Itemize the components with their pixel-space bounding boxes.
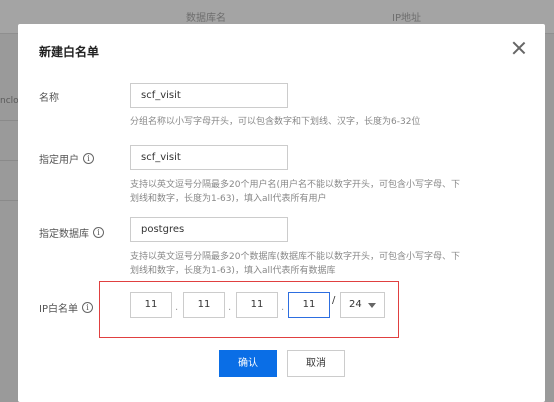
ip-octet-3-input[interactable]: 11: [236, 292, 278, 318]
cancel-button[interactable]: 取消: [287, 350, 345, 377]
ip-mask-separator: /: [332, 295, 336, 306]
background-row-divider: [0, 200, 18, 201]
user-label: 指定用户 i: [39, 151, 94, 166]
name-input[interactable]: scf_visit: [130, 83, 288, 108]
user-input[interactable]: scf_visit: [130, 145, 288, 170]
user-hint: 支持以英文逗号分隔最多20个用户名(用户名不能以数字开头，可包含小写字母、下 划…: [130, 180, 460, 204]
close-icon[interactable]: [511, 40, 527, 56]
create-whitelist-dialog: 新建白名单 名称 scf_visit 分组名称以小写字母开头，可以包含数字和下划…: [18, 24, 545, 402]
ip-whitelist-label: IP白名单 i: [39, 300, 93, 315]
database-hint: 支持以英文逗号分隔最多20个数据库(数据库不能以数字开头，可包含小写字母、下 划…: [130, 252, 460, 276]
database-input[interactable]: postgres: [130, 217, 288, 242]
background-row-fragment: nclo: [0, 96, 19, 106]
ip-separator: .: [175, 302, 179, 313]
ip-separator: .: [228, 302, 232, 313]
background-row-divider: [0, 160, 18, 161]
background-column-ip: IP地址: [392, 13, 421, 24]
confirm-button[interactable]: 确认: [219, 350, 277, 377]
help-circle-icon[interactable]: i: [83, 153, 94, 164]
database-label: 指定数据库 i: [39, 225, 104, 240]
name-label: 名称: [39, 93, 59, 104]
help-circle-icon[interactable]: i: [93, 227, 104, 238]
chevron-down-icon: [368, 303, 376, 308]
ip-separator: .: [281, 302, 285, 313]
background-column-database: 数据库名: [186, 13, 226, 24]
help-circle-icon[interactable]: i: [81, 302, 93, 313]
name-hint: 分组名称以小写字母开头，可以包含数字和下划线、汉字，长度为6-32位: [130, 117, 421, 127]
ip-mask-select[interactable]: 24: [340, 292, 385, 318]
dialog-title: 新建白名单: [39, 45, 100, 59]
ip-octet-4-input[interactable]: 11: [288, 292, 330, 318]
ip-octet-2-input[interactable]: 11: [183, 292, 225, 318]
background-row-divider: [0, 120, 18, 121]
ip-octet-1-input[interactable]: 11: [130, 292, 172, 318]
